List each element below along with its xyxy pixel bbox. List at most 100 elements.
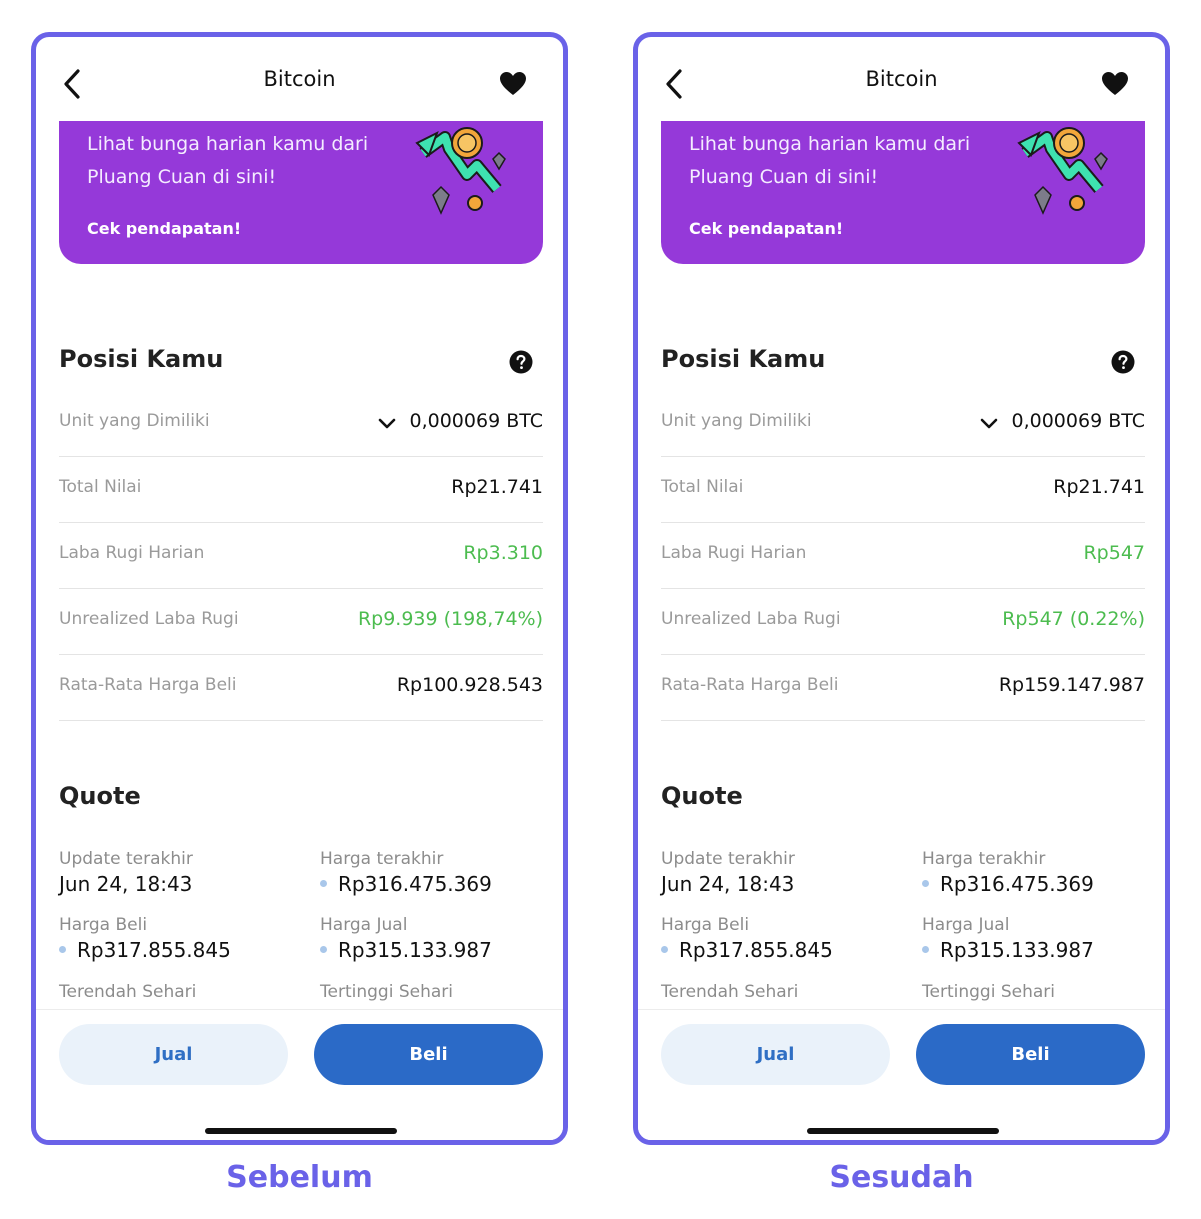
position-list: Unit yang Dimiliki 0,000069 BTC Total Ni… [59,391,543,721]
quote-label: Tertinggi Sehari [922,982,1055,1002]
bottom-action-bar: Jual Beli [638,1009,1165,1140]
quote-value: Rp317.855.845 [77,938,231,962]
position-row-total: Total Nilai Rp21.741 [59,457,543,523]
section-title-position: Posisi Kamu [661,345,826,373]
quote-label: Harga Jual [922,915,1010,935]
phone-screen-before: Bitcoin Lihat bunga harian kamu dari Plu… [31,32,568,1145]
crypto-growth-illustration [415,127,506,215]
promo-banner[interactable]: Lihat bunga harian kamu dari Pluang Cuan… [59,121,543,264]
quote-last-price: Harga terakhir Rp316.475.369 [320,849,560,896]
bottom-action-bar: Jual Beli [36,1009,563,1140]
row-value: 0,000069 BTC [1011,410,1146,432]
position-row-units: Unit yang Dimiliki 0,000069 BTC [59,391,543,457]
quote-value: Rp316.475.369 [338,872,492,896]
page-title: Bitcoin [263,67,336,91]
quote-label: Harga terakhir [320,849,444,869]
section-title-quote: Quote [661,782,743,810]
caption-before: Sebelum [226,1160,373,1195]
dot-icon [922,946,929,953]
row-value: Rp21.741 [451,476,543,498]
row-label: Rata-Rata Harga Beli [661,675,839,695]
promo-banner[interactable]: Lihat bunga harian kamu dari Pluang Cuan… [661,121,1145,264]
quote-sell-price: Harga Jual Rp315.133.987 [922,915,1162,962]
quote-buy-price: Harga Beli Rp317.855.845 [59,915,299,962]
question-mark-icon[interactable] [1111,350,1135,374]
row-value: Rp3.310 [463,542,543,564]
quote-value: Jun 24, 18:43 [59,872,193,896]
quote-label: Harga Jual [320,915,408,935]
quote-daily-high: Tertinggi Sehari [922,982,1162,1002]
home-indicator[interactable] [807,1128,999,1134]
quote-daily-low: Terendah Sehari [661,982,901,1002]
question-mark-icon[interactable] [509,350,533,374]
quote-label: Terendah Sehari [59,982,197,1002]
quote-value: Rp315.133.987 [338,938,492,962]
top-bar: Bitcoin [36,37,563,125]
dot-icon [320,880,327,887]
row-label: Total Nilai [661,477,744,497]
position-row-unrealized-pnl: Unrealized Laba Rugi Rp9.939 (198,74%) [59,589,543,655]
row-label: Unrealized Laba Rugi [661,609,841,629]
position-row-daily-pnl: Laba Rugi Harian Rp547 [661,523,1145,589]
quote-label: Harga Beli [661,915,750,935]
page-title: Bitcoin [865,67,938,91]
position-list: Unit yang Dimiliki 0,000069 BTC Total Ni… [661,391,1145,721]
quote-sell-price: Harga Jual Rp315.133.987 [320,915,560,962]
row-value: Rp100.928.543 [396,674,543,696]
buy-button[interactable]: Beli [314,1024,543,1085]
quote-label: Terendah Sehari [661,982,799,1002]
sell-button[interactable]: Jual [59,1024,288,1085]
quote-label: Harga Beli [59,915,148,935]
row-value: Rp9.939 (198,74%) [357,608,543,630]
row-label: Unrealized Laba Rugi [59,609,239,629]
row-label: Unit yang Dimiliki [661,411,812,431]
row-label: Laba Rugi Harian [59,543,205,563]
quote-label: Tertinggi Sehari [320,982,453,1002]
buy-button[interactable]: Beli [916,1024,1145,1085]
row-label: Unit yang Dimiliki [59,411,210,431]
row-value: Rp547 [1083,542,1145,564]
quote-update: Update terakhir Jun 24, 18:43 [59,849,299,896]
row-value: Rp547 (0.22%) [1002,608,1145,630]
heart-icon[interactable] [1101,71,1129,97]
position-row-unrealized-pnl: Unrealized Laba Rugi Rp547 (0.22%) [661,589,1145,655]
sell-button[interactable]: Jual [661,1024,890,1085]
top-bar: Bitcoin [638,37,1165,125]
row-value: Rp21.741 [1053,476,1145,498]
home-indicator[interactable] [205,1128,397,1134]
dot-icon [661,946,668,953]
quote-value: Jun 24, 18:43 [661,872,795,896]
dot-icon [320,946,327,953]
banner-text: Lihat bunga harian kamu dari Pluang Cuan… [689,133,971,188]
quote-value: Rp315.133.987 [940,938,1094,962]
crypto-growth-illustration [1017,127,1108,215]
quote-daily-high: Tertinggi Sehari [320,982,560,1002]
row-label: Total Nilai [59,477,142,497]
quote-label: Harga terakhir [922,849,1046,869]
quote-label: Update terakhir [661,849,795,869]
section-title-position: Posisi Kamu [59,345,224,373]
position-row-total: Total Nilai Rp21.741 [661,457,1145,523]
chevron-down-icon[interactable] [377,415,397,433]
phone-screen-after: Bitcoin Lihat bunga harian kamu dari Plu… [633,32,1170,1145]
quote-label: Update terakhir [59,849,193,869]
chevron-down-icon[interactable] [979,415,999,433]
row-label: Laba Rugi Harian [661,543,807,563]
row-label: Rata-Rata Harga Beli [59,675,237,695]
position-row-avg-price: Rata-Rata Harga Beli Rp159.147.987 [661,655,1145,721]
quote-buy-price: Harga Beli Rp317.855.845 [661,915,901,962]
quote-value: Rp316.475.369 [940,872,1094,896]
position-row-daily-pnl: Laba Rugi Harian Rp3.310 [59,523,543,589]
quote-value: Rp317.855.845 [679,938,833,962]
dot-icon [59,946,66,953]
caption-after: Sesudah [829,1160,974,1195]
position-row-avg-price: Rata-Rata Harga Beli Rp100.928.543 [59,655,543,721]
position-row-units: Unit yang Dimiliki 0,000069 BTC [661,391,1145,457]
check-earnings-link[interactable]: Cek pendapatan! [87,219,241,238]
check-earnings-link[interactable]: Cek pendapatan! [689,219,843,238]
section-title-quote: Quote [59,782,141,810]
heart-icon[interactable] [499,71,527,97]
quote-last-price: Harga terakhir Rp316.475.369 [922,849,1162,896]
banner-text: Lihat bunga harian kamu dari Pluang Cuan… [87,133,369,188]
dot-icon [922,880,929,887]
